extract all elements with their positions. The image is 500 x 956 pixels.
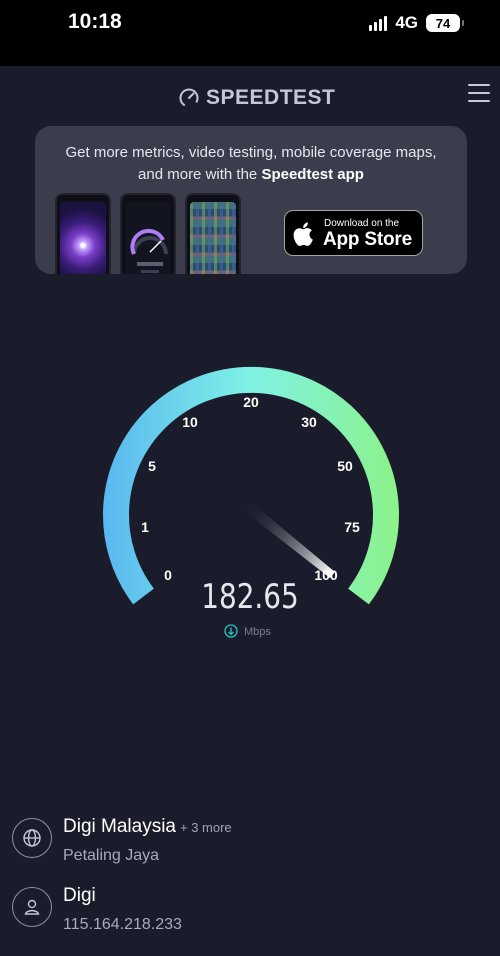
gauge-scale: 0 1 5 10 20 30 50 75 100: [141, 394, 360, 583]
phone-preview-3: [185, 193, 241, 274]
logo-text: SPEEDTEST: [206, 86, 336, 109]
signal-icon: [369, 15, 388, 31]
app-store-button[interactable]: Download on the App Store: [284, 210, 423, 256]
gauge-arc: [103, 366, 399, 605]
isp-row[interactable]: Digi Malaysia + 3 more Petaling Jaya: [12, 816, 482, 876]
download-icon: [224, 624, 238, 638]
client-name: Digi: [63, 885, 96, 906]
speed-gauge: 0 1 5 10 20 30 50 75 100 182.65 Mbps: [103, 366, 399, 638]
more-servers-link[interactable]: + 3 more: [180, 820, 232, 835]
scale-label-0: 0: [164, 567, 172, 583]
status-time: 10:18: [68, 10, 122, 33]
promo-line-2: and more with the Speedtest app: [35, 164, 467, 186]
scale-label-50: 50: [337, 458, 353, 474]
speedometer-icon: [179, 88, 199, 108]
client-ip: 115.164.218.233: [63, 916, 182, 933]
speed-unit: Mbps: [244, 626, 271, 638]
client-row: Digi 115.164.218.233: [12, 885, 482, 945]
app-store-big-text: App Store: [323, 229, 412, 250]
network-type: 4G: [395, 13, 418, 32]
scale-label-10: 10: [182, 414, 198, 430]
status-bar: 10:18 4G 74: [0, 0, 500, 66]
battery-level: 74: [435, 15, 451, 31]
app-header: SPEEDTEST: [0, 66, 500, 126]
speedtest-logo[interactable]: SPEEDTEST: [178, 86, 335, 110]
scale-label-5: 5: [148, 458, 156, 474]
isp-title: Digi Malaysia + 3 more: [63, 816, 232, 838]
apple-icon: [293, 222, 313, 246]
menu-button[interactable]: [468, 84, 490, 102]
scale-label-75: 75: [344, 519, 360, 535]
scale-label-1: 1: [141, 519, 149, 535]
battery-icon: 74: [426, 14, 464, 32]
promo-app-name: Speedtest app: [261, 166, 364, 183]
menu-icon: [468, 84, 490, 86]
scale-label-20: 20: [243, 394, 259, 410]
scale-label-100: 100: [314, 567, 338, 583]
status-indicators: 4G 74: [369, 13, 464, 33]
app-promo-card: Get more metrics, video testing, mobile …: [35, 126, 467, 274]
server-location: Petaling Jaya: [63, 847, 160, 864]
gauge-needle: [239, 498, 335, 578]
isp-name: Digi Malaysia: [63, 816, 176, 837]
promo-line-2-prefix: and more with the: [138, 166, 258, 183]
promo-text: Get more metrics, video testing, mobile …: [35, 142, 467, 186]
phone-preview-2: [120, 193, 176, 274]
app-store-small-text: Download on the: [324, 218, 400, 229]
promo-line-1: Get more metrics, video testing, mobile …: [65, 144, 437, 161]
scale-label-30: 30: [301, 414, 317, 430]
user-icon: [12, 887, 52, 927]
globe-icon: [12, 818, 52, 858]
phone-preview-1: [55, 193, 111, 274]
speed-value: 182.65: [201, 577, 299, 616]
